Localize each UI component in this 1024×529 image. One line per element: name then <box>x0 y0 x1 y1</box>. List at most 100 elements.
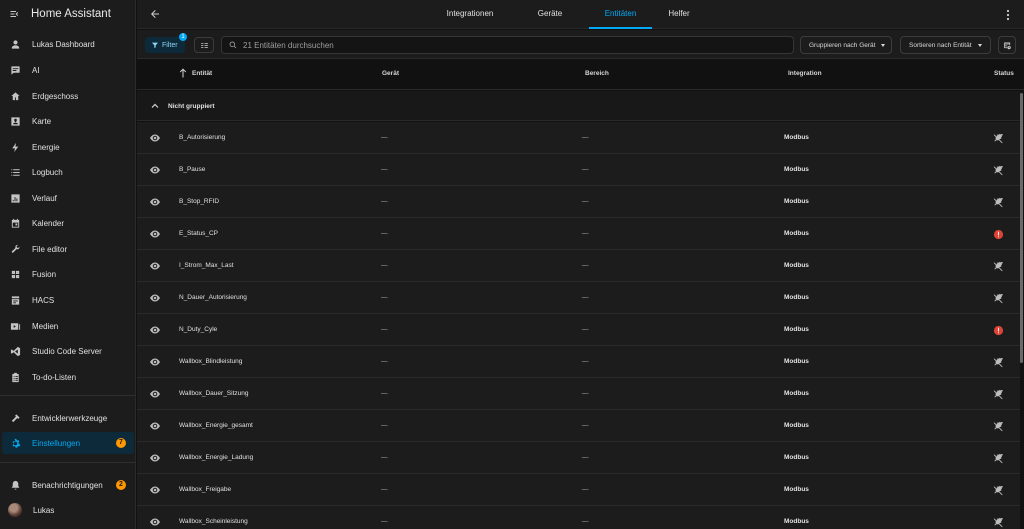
search-field[interactable] <box>221 36 794 54</box>
table-row[interactable]: Wallbox_Dauer_Sitzung — — Modbus <box>137 378 1020 410</box>
integration-value: Modbus <box>784 390 809 397</box>
device-value: — <box>381 390 388 397</box>
entity-name: N_Dauer_Autorisierung <box>179 294 247 301</box>
search-icon <box>229 41 237 49</box>
sidebar-item-karte[interactable]: Karte <box>2 110 134 132</box>
sidebar-item-medien[interactable]: Medien <box>2 315 134 337</box>
table-row[interactable]: Wallbox_Blindleistung — — Modbus <box>137 346 1020 378</box>
column-header-status[interactable]: Status <box>994 70 1014 77</box>
eye-icon[interactable] <box>149 357 161 367</box>
integration-value: Modbus <box>784 166 809 173</box>
scrollbar[interactable] <box>1020 93 1023 363</box>
integration-value: Modbus <box>784 422 809 429</box>
sidebar-divider <box>0 395 136 396</box>
entity-name: B_Autorisierung <box>179 134 226 141</box>
sidebar-item-label: Erdgeschoss <box>32 91 79 101</box>
tab-entitaeten[interactable]: Entitäten <box>589 0 652 29</box>
tab-geraete[interactable]: Geräte <box>515 0 585 29</box>
group-by-dropdown[interactable]: Gruppieren nach Gerät <box>800 36 892 54</box>
area-value: — <box>582 486 589 493</box>
search-input[interactable] <box>243 40 743 50</box>
eye-icon[interactable] <box>149 133 161 143</box>
sidebar-item-kalender[interactable]: Kalender <box>2 212 134 234</box>
sidebar-item-studio-code-server[interactable]: Studio Code Server <box>2 340 134 362</box>
integration-value: Modbus <box>784 358 809 365</box>
sidebar-item-logbuch[interactable]: Logbuch <box>2 161 134 183</box>
eye-icon[interactable] <box>149 197 161 207</box>
integration-value: Modbus <box>784 486 809 493</box>
sort-by-dropdown[interactable]: Sortieren nach Entität <box>900 36 991 54</box>
table-row[interactable]: B_Stop_RFID — — Modbus <box>137 186 1020 218</box>
eye-icon[interactable] <box>149 293 161 303</box>
selection-list-icon <box>200 42 208 48</box>
sidebar-item-label: File editor <box>32 244 68 254</box>
entity-name: Wallbox_Blindleistung <box>179 358 243 365</box>
table-settings-button[interactable] <box>998 36 1016 54</box>
menu-collapse-icon[interactable] <box>9 8 21 20</box>
sidebar-item-label: Benachrichtigungen <box>32 480 103 490</box>
eye-icon[interactable] <box>149 421 161 431</box>
table-row[interactable]: E_Status_CP — — Modbus <box>137 218 1020 250</box>
table-row[interactable]: B_Pause — — Modbus <box>137 154 1020 186</box>
unavailable-plug-icon <box>993 293 1004 304</box>
device-value: — <box>381 326 388 333</box>
eye-icon[interactable] <box>149 517 161 527</box>
chevron-up-icon[interactable] <box>151 102 159 110</box>
sidebar-item-ai[interactable]: AI <box>2 59 134 81</box>
sidebar-item-developer-tools[interactable]: Entwicklerwerkzeuge <box>2 407 134 429</box>
sidebar-item-file-editor[interactable]: File editor <box>2 238 134 260</box>
sidebar-item-to-do-listen[interactable]: To-do-Listen <box>2 366 134 388</box>
area-value: — <box>582 198 589 205</box>
device-value: — <box>381 294 388 301</box>
more-vertical-icon[interactable] <box>1006 9 1010 21</box>
table-row[interactable]: Wallbox_Scheinleistung — — Modbus <box>137 506 1020 529</box>
table-row[interactable]: N_Duty_Cyle — — Modbus <box>137 314 1020 346</box>
table-row[interactable]: I_Strom_Max_Last — — Modbus <box>137 250 1020 282</box>
column-header-entity[interactable]: Entität <box>192 70 212 77</box>
column-header-device[interactable]: Gerät <box>382 70 399 77</box>
table-row[interactable]: Wallbox_Freigabe — — Modbus <box>137 474 1020 506</box>
sidebar-item-label: AI <box>32 65 40 75</box>
back-arrow-icon[interactable] <box>149 8 161 20</box>
sidebar-item-lukas-dashboard[interactable]: Lukas Dashboard <box>2 33 134 55</box>
integration-value: Modbus <box>784 198 809 205</box>
sidebar-item-settings[interactable]: Einstellungen 7 <box>2 432 134 454</box>
unavailable-plug-icon <box>993 389 1004 400</box>
sidebar-item-notifications[interactable]: Benachrichtigungen 2 <box>2 474 134 496</box>
sort-ascending-icon[interactable] <box>179 68 187 78</box>
sidebar-item-fusion[interactable]: Fusion <box>2 263 134 285</box>
home-icon <box>9 90 21 102</box>
unavailable-plug-icon <box>993 517 1004 528</box>
column-header-integration[interactable]: Integration <box>788 70 822 77</box>
table-row[interactable]: N_Dauer_Autorisierung — — Modbus <box>137 282 1020 314</box>
selection-mode-button[interactable] <box>194 37 214 53</box>
device-value: — <box>381 518 388 525</box>
area-value: — <box>582 166 589 173</box>
sidebar-item-energie[interactable]: Energie <box>2 136 134 158</box>
eye-icon[interactable] <box>149 389 161 399</box>
column-header-area[interactable]: Bereich <box>585 70 609 77</box>
table-row[interactable]: Wallbox_Energie_gesamt — — Modbus <box>137 410 1020 442</box>
entity-name: Wallbox_Energie_gesamt <box>179 422 253 429</box>
sidebar-header: Home Assistant <box>0 0 135 28</box>
eye-icon[interactable] <box>149 485 161 495</box>
sidebar-item-user[interactable]: Lukas <box>2 499 134 521</box>
media-icon <box>9 320 21 332</box>
eye-icon[interactable] <box>149 229 161 239</box>
count-badge: 2 <box>116 480 126 490</box>
tab-helfer[interactable]: Helfer <box>654 0 704 29</box>
table-row[interactable]: B_Autorisierung — — Modbus <box>137 122 1020 154</box>
entity-name: B_Stop_RFID <box>179 198 220 205</box>
eye-icon[interactable] <box>149 261 161 271</box>
eye-icon[interactable] <box>149 453 161 463</box>
sidebar-item-verlauf[interactable]: Verlauf <box>2 187 134 209</box>
table-row[interactable]: Wallbox_Energie_Ladung — — Modbus <box>137 442 1020 474</box>
sidebar-item-hacs[interactable]: HACS <box>2 289 134 311</box>
tab-integrationen[interactable]: Integrationen <box>425 0 515 29</box>
eye-icon[interactable] <box>149 165 161 175</box>
clipboard-icon <box>9 371 21 383</box>
eye-icon[interactable] <box>149 325 161 335</box>
sidebar-item-erdgeschoss[interactable]: Erdgeschoss <box>2 85 134 107</box>
group-header-row[interactable]: Nicht gruppiert <box>137 91 1020 121</box>
integration-value: Modbus <box>784 294 809 301</box>
